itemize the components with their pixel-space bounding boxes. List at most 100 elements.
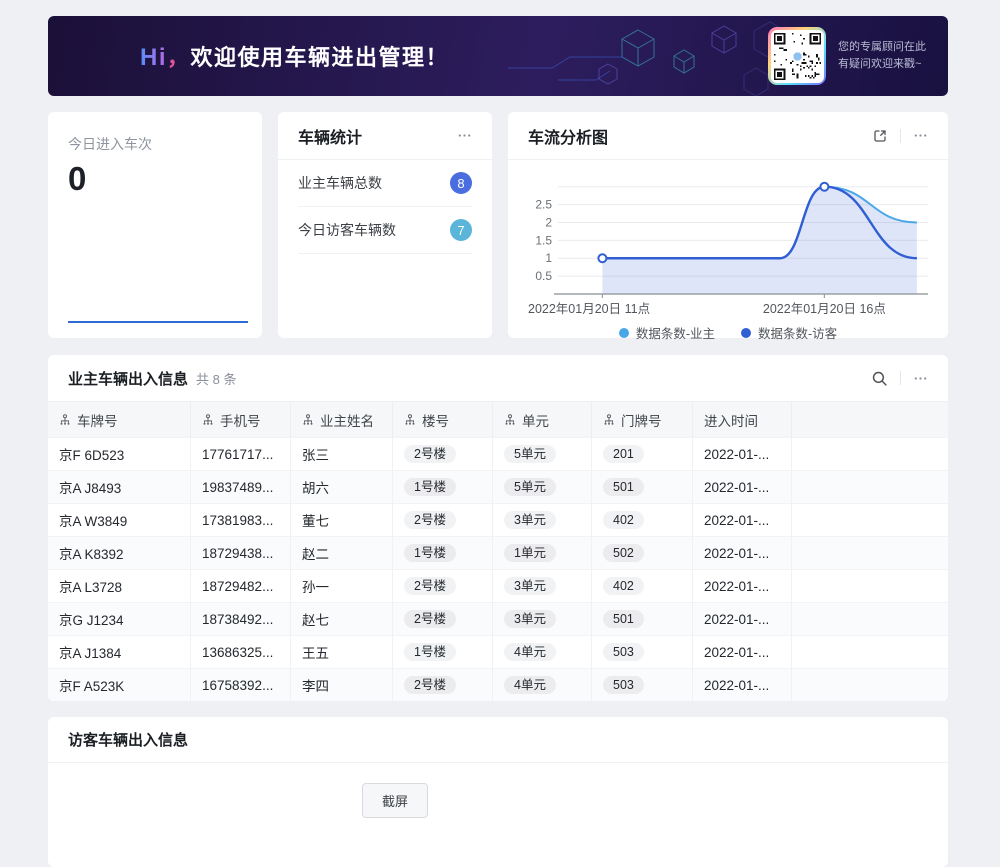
cell-door: 402 (592, 504, 693, 536)
svg-text:0.5: 0.5 (535, 269, 552, 283)
door-tag: 502 (603, 544, 644, 563)
owner-table-title-row: 业主车辆出入信息 共 8 条 (48, 355, 948, 401)
owner-table-body: 京F 6D52317761717...张三2号楼5单元2012022-01-..… (48, 437, 948, 701)
cell-unit: 3单元 (493, 570, 592, 602)
column-header-label: 单元 (522, 410, 549, 430)
cell-plate: 京A J1384 (48, 636, 191, 668)
building-tag: 2号楼 (404, 610, 456, 629)
cell-plate: 京A W3849 (48, 504, 191, 536)
today-entries-label: 今日进入车次 (68, 134, 242, 154)
svg-text:2022年01月20日 11点: 2022年01月20日 11点 (528, 302, 650, 316)
sitemap-icon (603, 414, 615, 426)
vehicle-stats-title: 车辆统计 (298, 124, 362, 148)
qr-caption-line1: 您的专属顾问在此 (838, 39, 926, 56)
column-header-4[interactable]: 楼号 (393, 402, 493, 437)
cell-door: 503 (592, 636, 693, 668)
owner-table-count: 共 8 条 (196, 369, 236, 388)
cell-building: 2号楼 (393, 570, 493, 602)
cell-building: 1号楼 (393, 636, 493, 668)
column-header-1[interactable]: 车牌号 (48, 402, 191, 437)
chart-legend: 数据条数-业主 数据条数-访客 (524, 323, 932, 342)
svg-text:1: 1 (545, 251, 552, 265)
door-tag: 501 (603, 478, 644, 497)
column-header-7[interactable]: 进入时间 (693, 402, 792, 437)
svg-text:2.5: 2.5 (535, 198, 552, 212)
table-search-button[interactable] (871, 370, 888, 387)
unit-tag: 1单元 (504, 544, 556, 563)
cell-phone: 17381983... (191, 504, 291, 536)
legend-dot (619, 328, 629, 338)
vehicle-stats-more-button[interactable] (457, 128, 472, 143)
stat-item-badge: 7 (450, 219, 472, 241)
table-row: 京F A523K16758392...李四2号楼4单元5032022-01-..… (48, 668, 948, 701)
today-entries-sparkline (68, 321, 248, 323)
cell-time: 2022-01-... (693, 603, 792, 635)
cell-unit: 3单元 (493, 504, 592, 536)
screenshot-button[interactable]: 截屏 (362, 783, 428, 818)
expand-icon (872, 128, 888, 144)
qr-code (768, 27, 826, 85)
cell-time: 2022-01-... (693, 438, 792, 470)
door-tag: 503 (603, 676, 644, 695)
table-row: 京G J123418738492...赵七2号楼3单元5012022-01-..… (48, 602, 948, 635)
chart-expand-button[interactable] (872, 128, 888, 144)
table-row: 京A K839218729438...赵二1号楼1单元5022022-01-..… (48, 536, 948, 569)
unit-tag: 5单元 (504, 445, 556, 464)
cell-building: 2号楼 (393, 669, 493, 701)
today-entries-card: 今日进入车次 0 (48, 112, 262, 338)
cell-phone: 19837489... (191, 471, 291, 503)
cell-unit: 1单元 (493, 537, 592, 569)
cell-plate: 京F 6D523 (48, 438, 191, 470)
cell-name: 董七 (291, 504, 393, 536)
cell-name: 孙一 (291, 570, 393, 602)
today-entries-value: 0 (68, 160, 242, 198)
column-header-3[interactable]: 业主姓名 (291, 402, 393, 437)
cell-building: 2号楼 (393, 504, 493, 536)
legend-item[interactable]: 数据条数-业主 (619, 323, 715, 342)
qr-caption-line2: 有疑问欢迎来戳~ (838, 56, 926, 73)
column-header-6[interactable]: 门牌号 (592, 402, 693, 437)
cell-phone: 13686325... (191, 636, 291, 668)
qr-caption: 您的专属顾问在此 有疑问欢迎来戳~ (838, 39, 926, 73)
stat-item-badge: 8 (450, 172, 472, 194)
chart-more-button[interactable] (913, 128, 928, 143)
cell-building: 2号楼 (393, 438, 493, 470)
legend-dot (741, 328, 751, 338)
cell-name: 胡六 (291, 471, 393, 503)
column-header-5[interactable]: 单元 (493, 402, 592, 437)
column-header-label: 车牌号 (77, 410, 118, 430)
sitemap-icon (202, 414, 214, 426)
banner-decoration-cubes (488, 16, 788, 96)
cell-door: 503 (592, 669, 693, 701)
banner-greeting-hi: Hi (140, 44, 167, 71)
cell-plate: 京A J8493 (48, 471, 191, 503)
cell-door: 501 (592, 603, 693, 635)
door-tag: 201 (603, 445, 644, 464)
legend-item[interactable]: 数据条数-访客 (741, 323, 837, 342)
cell-door: 201 (592, 438, 693, 470)
vehicle-stats-card: 车辆统计 业主车辆总数8今日访客车辆数7 (278, 112, 492, 338)
cell-name: 张三 (291, 438, 393, 470)
column-header-label: 业主姓名 (320, 410, 374, 430)
table-row: 京A J849319837489...胡六1号楼5单元5012022-01-..… (48, 470, 948, 503)
cell-phone: 17761717... (191, 438, 291, 470)
more-icon (913, 371, 928, 386)
table-row: 京A W384917381983...董七2号楼3单元4022022-01-..… (48, 503, 948, 536)
sitemap-icon (504, 414, 516, 426)
visitor-vehicles-card: 访客车辆出入信息 截屏 (48, 717, 948, 867)
table-row: 京A L372818729482...孙一2号楼3单元4022022-01-..… (48, 569, 948, 602)
table-more-button[interactable] (913, 371, 928, 386)
unit-tag: 3单元 (504, 577, 556, 596)
svg-text:2: 2 (545, 215, 552, 229)
owner-table-title: 业主车辆出入信息 (68, 368, 188, 389)
stats-row: 今日进入车次 0 车辆统计 业主车辆总数8今日访客车辆数7 车流分析图 (48, 112, 948, 338)
header-divider (900, 129, 901, 143)
cell-time: 2022-01-... (693, 537, 792, 569)
traffic-chart: 0.511.522.52022年01月20日 11点2022年01月20日 16… (508, 160, 948, 342)
cell-plate: 京G J1234 (48, 603, 191, 635)
cell-filler (792, 570, 948, 602)
cell-filler (792, 537, 948, 569)
column-header-2[interactable]: 手机号 (191, 402, 291, 437)
door-tag: 402 (603, 511, 644, 530)
visitor-table-title: 访客车辆出入信息 (68, 729, 188, 750)
